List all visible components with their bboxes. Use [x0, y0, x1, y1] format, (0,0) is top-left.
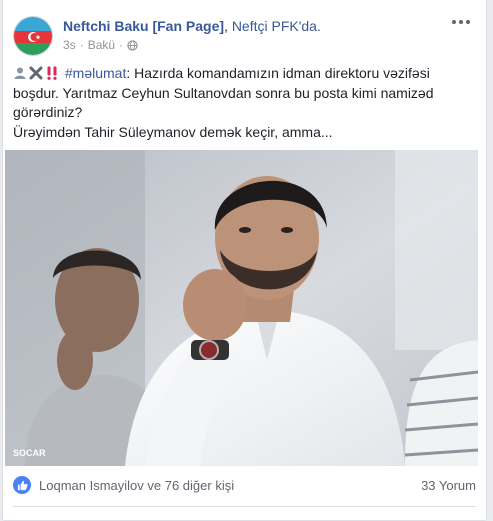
likers-link[interactable]: Loqman Ismayilov ve 76 diğer kişi	[39, 478, 234, 493]
post-text-line1: #məlumat: Hazırda komandamızın idman dir…	[13, 64, 473, 123]
post-text: #məlumat: Hazırda komandamızın idman dir…	[13, 64, 473, 142]
more-options-icon[interactable]	[450, 14, 472, 30]
post-footer: Loqman Ismayilov ve 76 diğer kişi 33 Yor…	[13, 474, 476, 498]
like-icon[interactable]	[13, 476, 31, 494]
comments-count-link[interactable]: 33 Yorum	[421, 478, 476, 493]
tagged-page-link[interactable]: Neftçi PFK'da.	[232, 18, 321, 34]
post-text-line2: Ürəyimdən Tahir Süleymanov demək keçir, …	[13, 123, 333, 140]
footer-divider	[13, 506, 476, 507]
author-line: Neftchi Baku [Fan Page], Neftçi PFK'da.	[63, 17, 321, 35]
post-photo[interactable]: SOCAR	[5, 150, 478, 466]
photo-image: SOCAR	[5, 150, 478, 466]
meta-dot: ·	[79, 38, 84, 52]
post-meta: 3s · Bakü ·	[63, 38, 138, 52]
post-card: Neftchi Baku [Fan Page], Neftçi PFK'da. …	[2, 0, 487, 521]
author-separator: ,	[224, 18, 228, 34]
hashtag-link[interactable]: #məlumat	[65, 65, 126, 81]
globe-icon[interactable]	[127, 39, 138, 51]
post-header: Neftchi Baku [Fan Page], Neftçi PFK'da. …	[13, 12, 476, 58]
watermark-socar: SOCAR	[13, 448, 46, 458]
person-emoji-icon	[14, 67, 26, 79]
post-time[interactable]: 3s	[63, 38, 76, 52]
avatar-flag-icon	[14, 17, 52, 55]
post-location[interactable]: Bakü	[88, 38, 115, 52]
meta-dot-2: ·	[119, 38, 124, 52]
thumbs-up-icon	[17, 480, 28, 490]
cross-emoji-icon	[29, 66, 43, 80]
double-exclamation-emoji-icon	[47, 66, 57, 80]
author-name-link[interactable]: Neftchi Baku [Fan Page]	[63, 18, 224, 34]
page-avatar[interactable]	[13, 16, 53, 56]
